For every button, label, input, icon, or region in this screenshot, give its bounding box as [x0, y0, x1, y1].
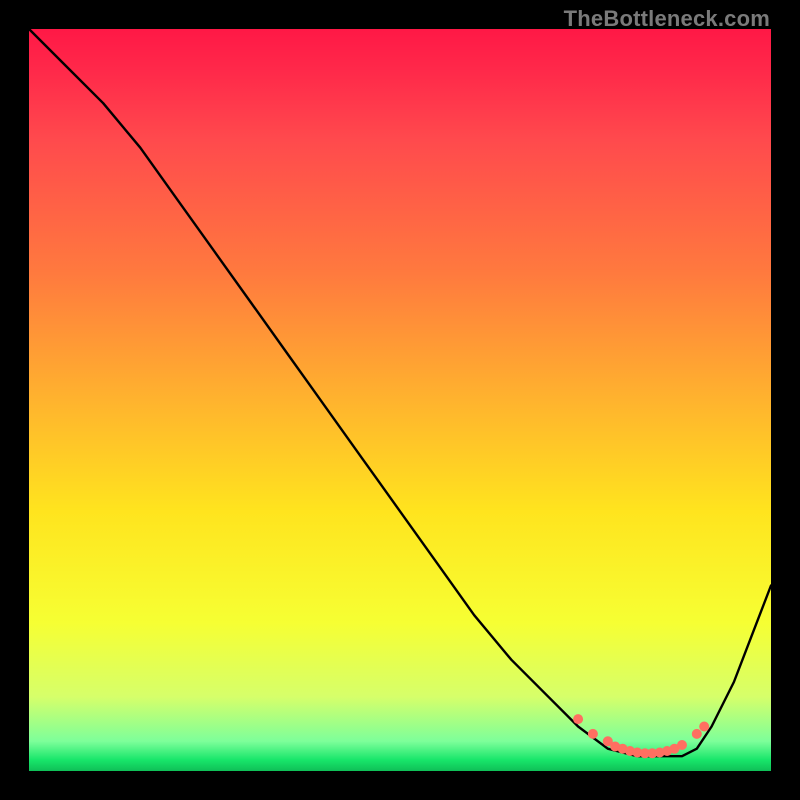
bottleneck-curve: [29, 29, 771, 756]
marker-point: [692, 729, 702, 739]
chart-svg: [29, 29, 771, 771]
marker-point: [677, 740, 687, 750]
marker-point: [699, 722, 709, 732]
marker-point: [573, 714, 583, 724]
chart-frame: TheBottleneck.com: [0, 0, 800, 800]
marker-point: [588, 729, 598, 739]
plot-area: [29, 29, 771, 771]
